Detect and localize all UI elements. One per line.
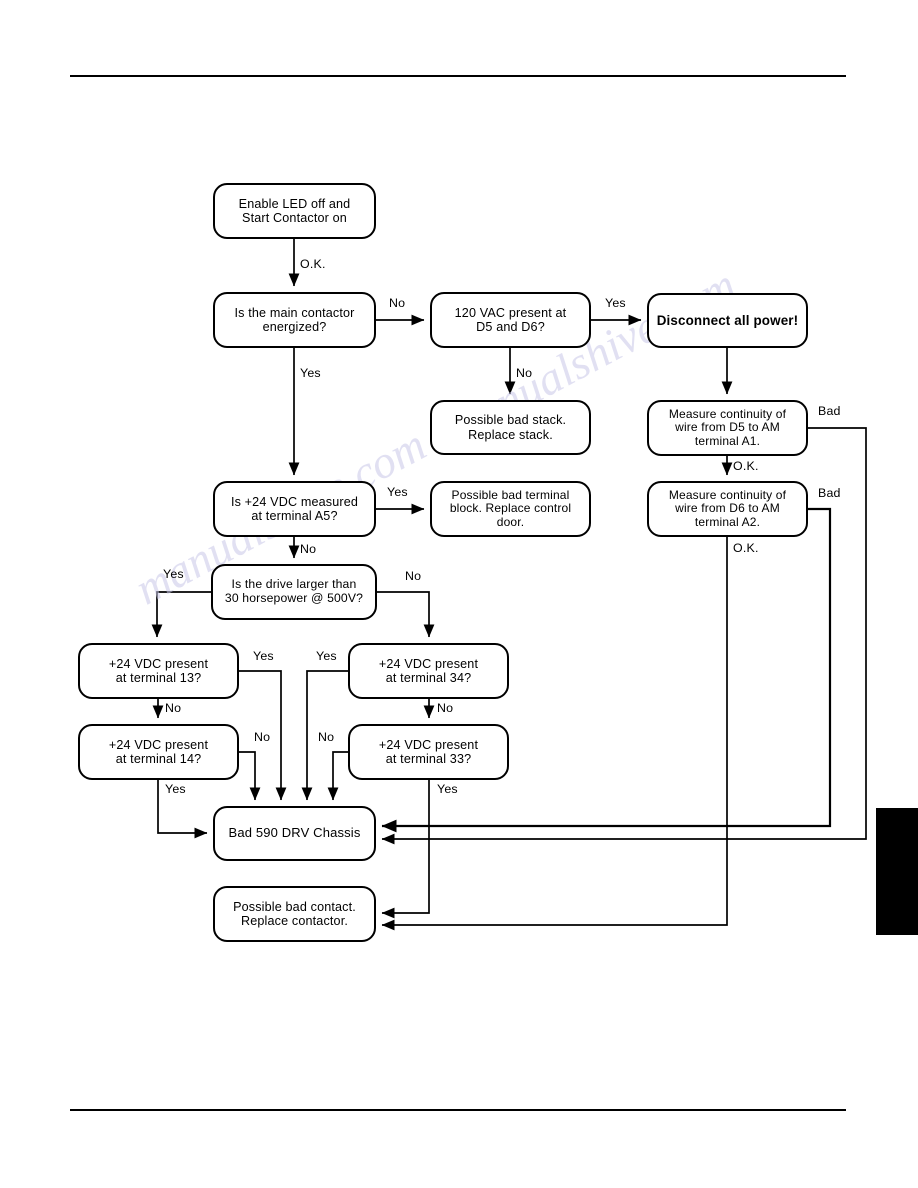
node-enable-led-start-contactor: Enable LED off and Start Contactor on xyxy=(213,183,376,239)
edge-label-no-8: No xyxy=(318,730,335,744)
node-text: Possible bad contact. Replace contactor. xyxy=(233,899,356,928)
edge-label-bad-2: Bad xyxy=(818,486,841,500)
edge-label-yes-6: Yes xyxy=(316,649,337,663)
flowchart-connectors xyxy=(151,239,867,931)
node-measure-continuity-d6-a2: Measure continuity of wire from D6 to AM t… xyxy=(647,481,808,537)
node-text: Disconnect all power! xyxy=(656,313,799,328)
node-possible-bad-terminal-block: Possible bad terminal block. Replace cont… xyxy=(430,481,591,537)
edge-label-yes-2: Yes xyxy=(300,366,321,380)
edge-label-ok-3: O.K. xyxy=(733,541,759,555)
node-text: +24 VDC present at terminal 14? xyxy=(108,737,209,766)
document-page: manualshive.com manualshive.com xyxy=(0,0,918,1188)
node-main-contactor-energized: Is the main contactor energized? xyxy=(213,292,376,348)
node-drive-larger-than-30hp: Is the drive larger than 30 horsepower @ … xyxy=(211,564,377,620)
node-possible-bad-stack: Possible bad stack. Replace stack. xyxy=(430,400,591,455)
edge-label-no-5: No xyxy=(165,701,182,715)
edge-label-no-7: No xyxy=(254,730,271,744)
node-possible-bad-contact: Possible bad contact. Replace contactor. xyxy=(213,886,376,942)
edge-label-yes-3: Yes xyxy=(387,485,408,499)
node-24vdc-terminal-34: +24 VDC present at terminal 34? xyxy=(348,643,509,699)
node-text: Bad 590 DRV Chassis xyxy=(228,825,361,841)
edge-label-yes-8: Yes xyxy=(437,782,458,796)
node-bad-590-drv-chassis: Bad 590 DRV Chassis xyxy=(213,806,376,861)
node-text: +24 VDC present at terminal 33? xyxy=(378,737,479,766)
node-text: +24 VDC present at terminal 13? xyxy=(108,656,209,685)
node-measure-continuity-d5-a1: Measure continuity of wire from D5 to AM t… xyxy=(647,400,808,456)
node-text: Possible bad terminal block. Replace cont… xyxy=(449,487,572,529)
edge-label-ok-1: O.K. xyxy=(300,257,326,271)
node-24vdc-terminal-a5: Is +24 VDC measured at terminal A5? xyxy=(213,481,376,537)
node-24vdc-terminal-13: +24 VDC present at terminal 13? xyxy=(78,643,239,699)
edge-label-yes-5: Yes xyxy=(253,649,274,663)
node-text: Is the drive larger than 30 horsepower @ … xyxy=(224,577,364,605)
edge-label-no-4: No xyxy=(405,569,422,583)
node-120vac-d5-d6: 120 VAC present at D5 and D6? xyxy=(430,292,591,348)
node-text: Measure continuity of wire from D6 to AM t… xyxy=(668,487,787,529)
node-text: +24 VDC present at terminal 34? xyxy=(378,656,479,685)
node-text: Possible bad stack. Replace stack. xyxy=(454,413,567,442)
edge-label-yes-4: Yes xyxy=(163,567,184,581)
edge-label-no-2: No xyxy=(516,366,533,380)
edge-label-yes-1: Yes xyxy=(605,296,626,310)
edge-label-yes-7: Yes xyxy=(165,782,186,796)
node-24vdc-terminal-14: +24 VDC present at terminal 14? xyxy=(78,724,239,780)
node-text: Is the main contactor energized? xyxy=(234,305,355,334)
edge-label-no-6: No xyxy=(437,701,454,715)
edge-label-no-1: No xyxy=(389,296,406,310)
node-text: 120 VAC present at D5 and D6? xyxy=(454,305,567,334)
node-24vdc-terminal-33: +24 VDC present at terminal 33? xyxy=(348,724,509,780)
node-disconnect-all-power: Disconnect all power! xyxy=(647,293,808,348)
edge-label-no-3: No xyxy=(300,542,317,556)
edge-label-bad-1: Bad xyxy=(818,404,841,418)
edge-label-ok-2: O.K. xyxy=(733,459,759,473)
node-text: Is +24 VDC measured at terminal A5? xyxy=(230,494,359,523)
node-text: Enable LED off and Start Contactor on xyxy=(238,196,351,225)
node-text: Measure continuity of wire from D5 to AM t… xyxy=(668,406,787,448)
